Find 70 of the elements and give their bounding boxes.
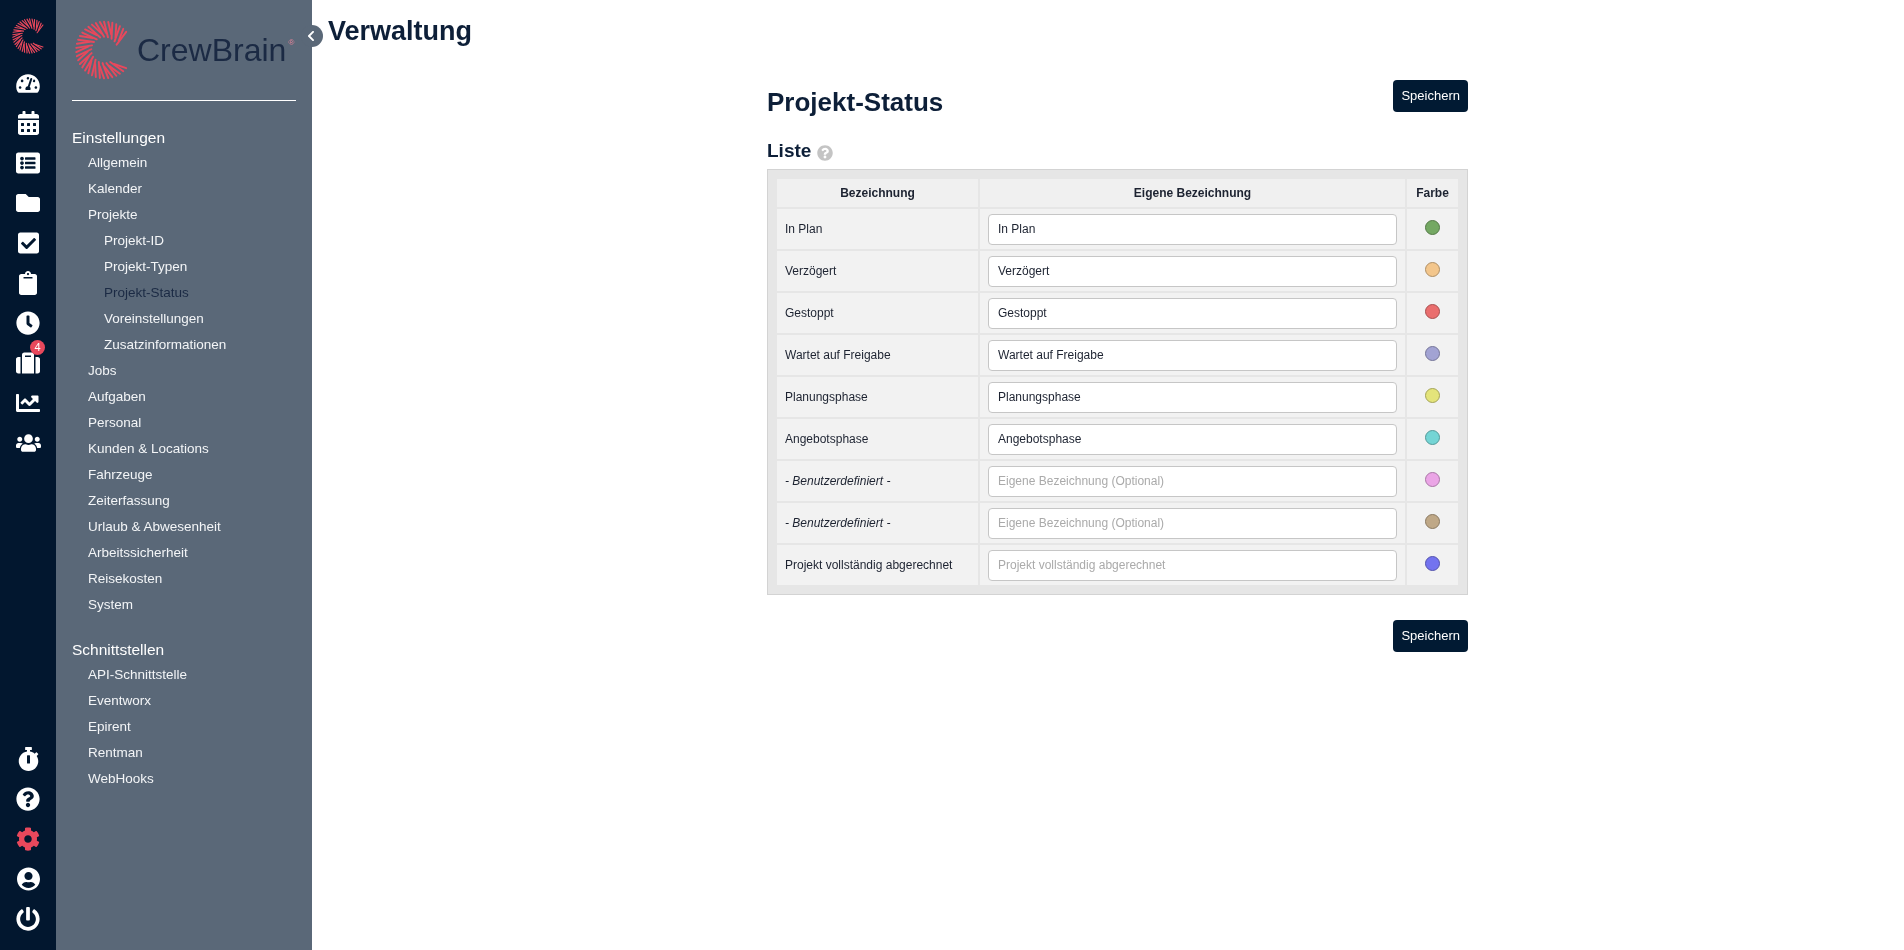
nav-link[interactable]: Aufgaben	[88, 388, 146, 406]
column-header: Eigene Bezeichnung	[980, 179, 1405, 207]
save-button[interactable]: Speichern	[1393, 620, 1468, 652]
status-name-cell: Verzögert	[777, 251, 978, 291]
status-name-cell: - Benutzerdefiniert -	[777, 461, 978, 501]
name-input[interactable]: Wartet auf Freigabe	[988, 339, 1397, 371]
nav-link[interactable]: Allgemein	[88, 154, 148, 172]
help-icon[interactable]	[16, 787, 40, 811]
nav-link[interactable]: API-Schnittstelle	[88, 666, 188, 684]
checkbox-icon[interactable]	[17, 231, 39, 255]
logo-wordmark: CrewBrain®	[137, 31, 295, 70]
list-title: Liste	[767, 139, 812, 163]
logo-icon	[75, 19, 128, 81]
gauge-icon[interactable]	[16, 72, 40, 94]
nav-link[interactable]: WebHooks	[88, 770, 154, 788]
users-icon[interactable]	[15, 433, 41, 453]
section-heading: Einstellungen	[72, 128, 166, 148]
nav-link[interactable]: Projekte	[88, 206, 138, 224]
nav-link[interactable]: Zusatzinformationen	[104, 336, 227, 354]
section-title: Projekt-Status	[767, 86, 944, 118]
name-input[interactable]: In Plan	[988, 213, 1397, 245]
status-name-cell: Angebotsphase	[777, 419, 978, 459]
nav-link[interactable]: Eventworx	[88, 692, 152, 710]
status-name-cell: Planungsphase	[777, 377, 978, 417]
power-icon[interactable]	[16, 907, 40, 931]
nav-link[interactable]: Kunden & Locations	[88, 440, 209, 458]
status-name-cell: Projekt vollständig abgerechnet	[777, 545, 978, 585]
stopwatch-icon[interactable]	[17, 747, 39, 771]
nav-link[interactable]: Projekt-Typen	[104, 258, 188, 276]
nav-link[interactable]: Personal	[88, 414, 142, 432]
nav-link[interactable]: System	[88, 596, 133, 614]
status-name-cell: - Benutzerdefiniert -	[777, 503, 978, 543]
name-input[interactable]: Projekt vollständig abgerechnet	[988, 549, 1397, 581]
settings-icon[interactable]	[16, 827, 40, 851]
status-name-cell: Gestoppt	[777, 293, 978, 333]
nav-link[interactable]: Rentman	[88, 744, 143, 762]
nav-link[interactable]: Voreinstellungen	[104, 310, 204, 328]
page-title: Verwaltung	[328, 15, 473, 48]
folder-icon[interactable]	[16, 191, 40, 215]
nav-link[interactable]: Epirent	[88, 718, 131, 736]
section-heading: Schnittstellen	[72, 640, 165, 660]
name-input[interactable]: Planungsphase	[988, 381, 1397, 413]
notification-badge: 4	[30, 340, 45, 355]
nav-link[interactable]: Kalender	[88, 180, 143, 198]
status-name-cell: In Plan	[777, 209, 978, 249]
clipboard-icon[interactable]	[19, 271, 37, 295]
status-name-cell: Wartet auf Freigabe	[777, 335, 978, 375]
clock-icon[interactable]	[16, 311, 40, 335]
nav-link[interactable]: Reisekosten	[88, 570, 163, 588]
nav-link[interactable]: Zeiterfassung	[88, 492, 170, 510]
name-input[interactable]: Eigene Bezeichnung (Optional)	[988, 507, 1397, 539]
name-input[interactable]: Eigene Bezeichnung (Optional)	[988, 465, 1397, 497]
suitcase-icon[interactable]	[16, 351, 40, 375]
nav-link[interactable]: Urlaub & Abwesenheit	[88, 518, 221, 536]
column-header: Farbe	[1407, 179, 1458, 207]
name-input[interactable]: Verzögert	[988, 255, 1397, 287]
nav-link[interactable]: Fahrzeuge	[88, 466, 153, 484]
column-header: Bezeichnung	[777, 179, 978, 207]
save-button[interactable]: Speichern	[1393, 80, 1468, 112]
name-input[interactable]: Angebotsphase	[988, 423, 1397, 455]
logo-icon	[12, 17, 44, 54]
user-icon[interactable]	[16, 867, 40, 891]
nav-link[interactable]: Projekt-ID	[104, 232, 164, 250]
line-chart-icon[interactable]	[16, 391, 40, 415]
calendar-icon[interactable]	[17, 111, 39, 135]
chevron-left-icon	[306, 30, 315, 42]
nav-link[interactable]: Jobs	[88, 362, 117, 380]
nav-link[interactable]: Arbeitssicherheit	[88, 544, 188, 562]
list-icon[interactable]	[16, 151, 40, 175]
name-input[interactable]: Gestoppt	[988, 297, 1397, 329]
